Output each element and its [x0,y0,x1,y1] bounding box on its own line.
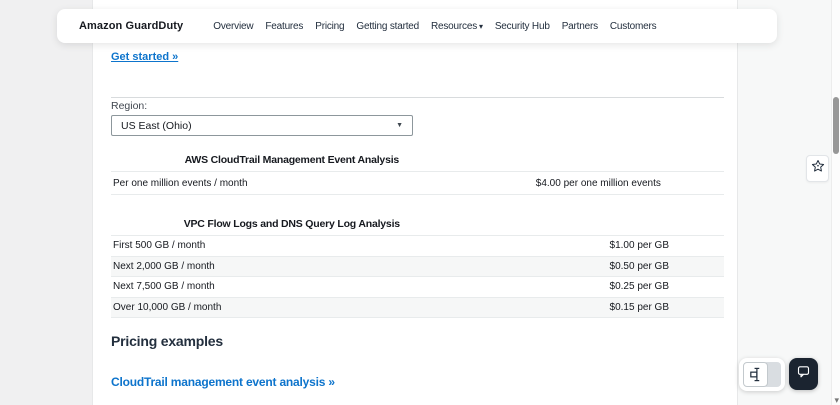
favorite-star-icon [811,159,825,178]
chevron-down-icon: ▼ [396,122,403,129]
section-divider [111,97,724,98]
vpc-dns-pricing-table: VPC Flow Logs and DNS Query Log Analysis… [111,212,724,318]
row-price: $1.00 per GB [609,240,669,252]
text-tool-icon [743,362,768,387]
table-row: First 500 GB / month $1.00 per GB [111,236,724,257]
row-label: Over 10,000 GB / month [113,301,222,313]
region-select[interactable]: US East (Ohio) ▼ [111,115,413,136]
nav-item-resources[interactable]: Resources ▾ [431,21,483,32]
table-row: Next 7,500 GB / month $0.25 per GB [111,277,724,298]
favorite-button[interactable] [806,155,829,182]
table-row: Next 2,000 GB / month $0.50 per GB [111,256,724,277]
get-started-link[interactable]: Get started » [111,51,178,63]
table-row: Over 10,000 GB / month $0.15 per GB [111,297,724,318]
table-row: Per one million events / month $4.00 per… [111,172,724,195]
row-label: Next 2,000 GB / month [113,260,215,272]
table-header: AWS CloudTrail Management Event Analysis [111,148,724,172]
table-title: VPC Flow Logs and DNS Query Log Analysis [183,218,400,230]
table-title: AWS CloudTrail Management Event Analysis [184,154,400,166]
scrollbar-thumb[interactable] [833,97,839,154]
nav-item-resources-label: Resources [431,20,477,32]
cloudtrail-pricing-table: AWS CloudTrail Management Event Analysis… [111,148,724,195]
vertical-scrollbar[interactable]: ▾ [831,0,840,405]
nav-item-security-hub[interactable]: Security Hub [495,21,550,32]
cloudtrail-example-link[interactable]: CloudTrail management event analysis » [111,375,335,389]
scrollbar-down-arrow[interactable]: ▾ [834,395,839,405]
chevron-down-icon: ▾ [479,21,483,31]
chat-bubble-icon [796,364,811,384]
row-label: First 500 GB / month [113,240,206,252]
row-price: $0.50 per GB [609,260,669,272]
row-price: $0.15 per GB [609,301,669,313]
nav-item-pricing[interactable]: Pricing [315,21,344,32]
row-label: Next 7,500 GB / month [113,281,215,293]
table-header: VPC Flow Logs and DNS Query Log Analysis [111,212,724,236]
translate-button[interactable] [739,358,785,391]
nav-item-overview[interactable]: Overview [213,21,253,32]
nav-links: Overview Features Pricing Getting starte… [213,21,656,32]
nav-item-customers[interactable]: Customers [610,21,657,32]
row-price: $0.25 per GB [609,281,669,293]
row-price: $4.00 per one million events [535,177,661,189]
region-select-value: US East (Ohio) [121,119,192,132]
feedback-chat-button[interactable] [789,358,818,390]
right-gutter [738,0,831,405]
nav-item-getting-started[interactable]: Getting started [356,21,419,32]
top-navigation: Amazon GuardDuty Overview Features Prici… [57,9,777,43]
row-label: Per one million events / month [113,177,248,189]
nav-item-partners[interactable]: Partners [562,21,598,32]
nav-item-features[interactable]: Features [265,21,303,32]
content-panel: Get started » Region: US East (Ohio) ▼ A… [92,0,738,405]
brand-logo[interactable]: Amazon GuardDuty [79,20,183,32]
pricing-examples-heading: Pricing examples [111,333,223,349]
region-label: Region: [111,100,148,112]
